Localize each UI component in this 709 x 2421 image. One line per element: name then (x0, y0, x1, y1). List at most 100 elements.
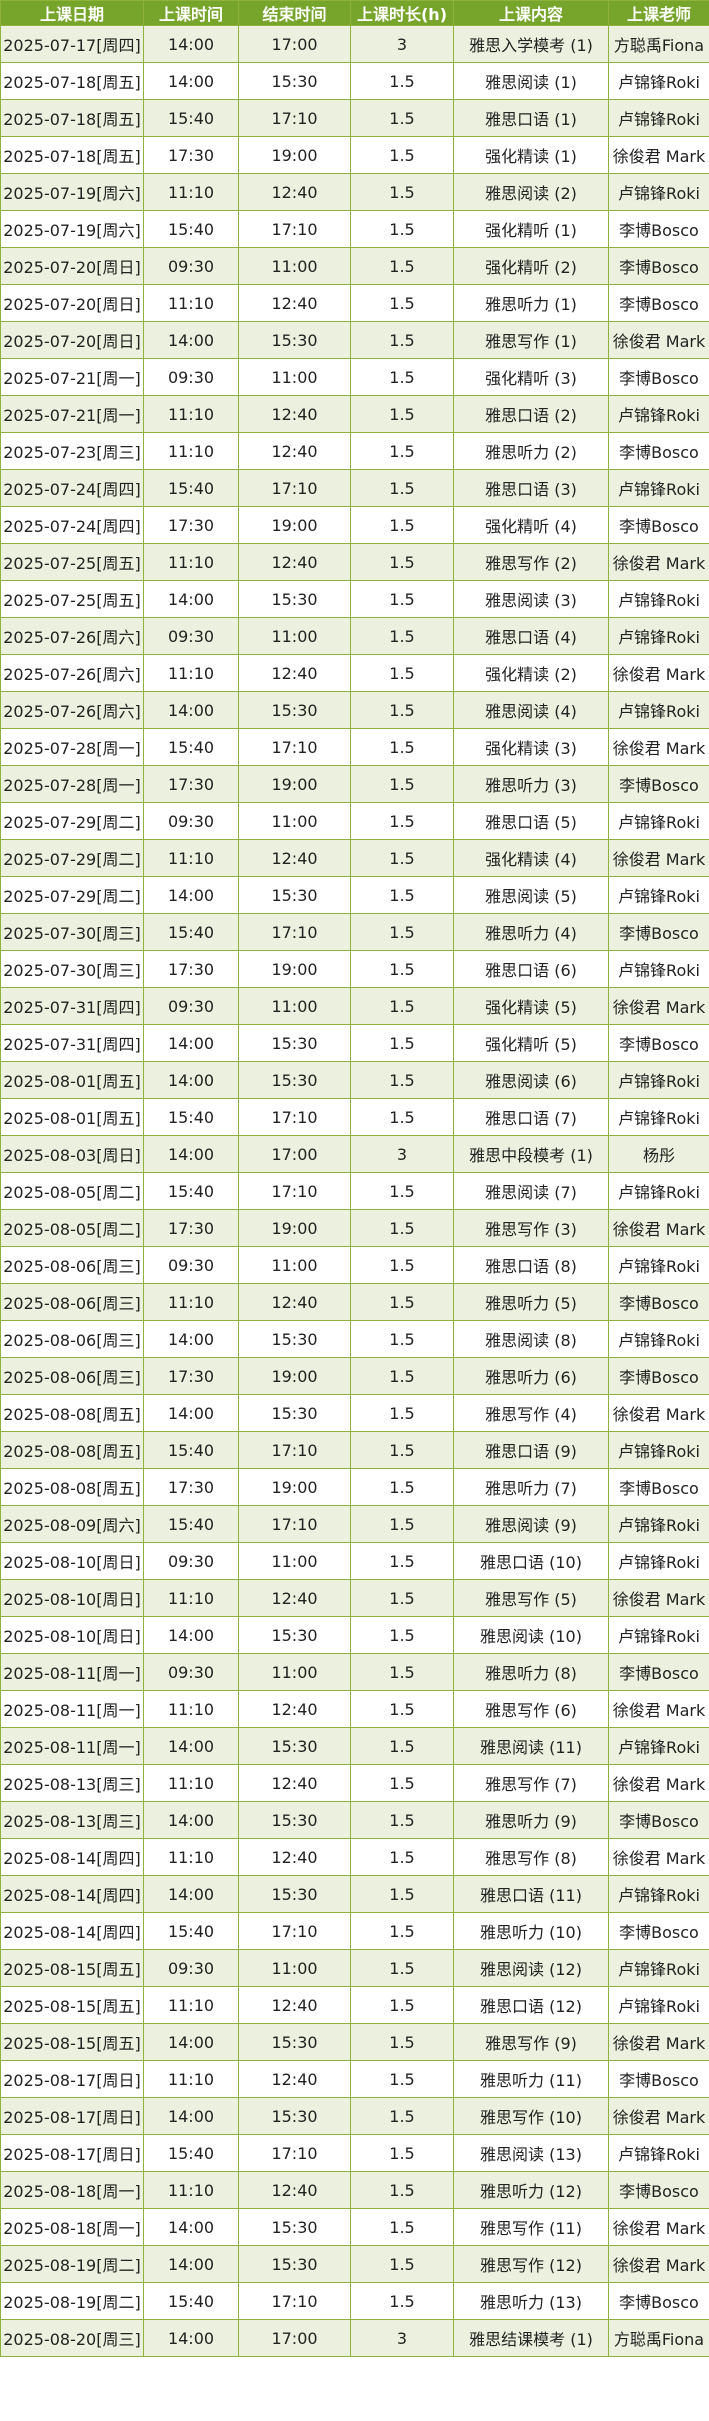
cell-content: 雅思听力 (12) (453, 2171, 609, 2209)
cell-date: 2025-08-15[周五] (0, 1986, 144, 2024)
cell-duration: 1.5 (350, 987, 454, 1025)
cell-teacher: 卢锦锋Roki (608, 1246, 709, 1284)
cell-teacher: 徐俊君 Mark (608, 839, 709, 877)
table-row: 2025-07-18[周五] 17:30 19:00 1.5 强化精读 (1) 徐俊君 M… (0, 136, 709, 174)
cell-date: 2025-07-29[周二] (0, 839, 144, 877)
table-row: 2025-08-08[周五] 17:30 19:00 1.5 雅思听力 (7) 李博Bos… (0, 1468, 709, 1506)
cell-start-time: 11:10 (143, 839, 239, 877)
cell-content: 雅思听力 (4) (453, 913, 609, 951)
cell-teacher: 徐俊君 Mark (608, 987, 709, 1025)
cell-end-time: 19:00 (238, 506, 351, 544)
cell-date: 2025-08-06[周三] (0, 1246, 144, 1284)
cell-duration: 1.5 (350, 210, 454, 248)
cell-content: 雅思听力 (5) (453, 1283, 609, 1321)
cell-teacher: 李博Bosco (608, 2171, 709, 2209)
cell-content: 雅思口语 (3) (453, 469, 609, 507)
cell-duration: 1.5 (350, 1690, 454, 1728)
cell-date: 2025-08-08[周五] (0, 1431, 144, 1469)
cell-start-time: 15:40 (143, 2134, 239, 2172)
cell-date: 2025-08-14[周四] (0, 1838, 144, 1876)
cell-start-time: 11:10 (143, 432, 239, 470)
cell-date: 2025-07-18[周五] (0, 136, 144, 174)
cell-duration: 1.5 (350, 321, 454, 359)
table-row: 2025-07-20[周日] 09:30 11:00 1.5 强化精听 (2) 李博Bos… (0, 247, 709, 285)
table-row: 2025-07-29[周二] 09:30 11:00 1.5 雅思口语 (5) 卢锦锋Ro… (0, 802, 709, 840)
cell-content: 雅思口语 (11) (453, 1875, 609, 1913)
cell-start-time: 14:00 (143, 2245, 239, 2283)
cell-content: 雅思听力 (8) (453, 1653, 609, 1691)
table-row: 2025-08-11[周一] 09:30 11:00 1.5 雅思听力 (8) 李博Bos… (0, 1653, 709, 1691)
cell-end-time: 11:00 (238, 1246, 351, 1284)
table-row: 2025-07-30[周三] 15:40 17:10 1.5 雅思听力 (4) 李博Bos… (0, 913, 709, 951)
cell-date: 2025-07-21[周一] (0, 395, 144, 433)
cell-duration: 1.5 (350, 1875, 454, 1913)
cell-end-time: 12:40 (238, 432, 351, 470)
cell-content: 雅思听力 (13) (453, 2282, 609, 2320)
cell-date: 2025-08-05[周二] (0, 1209, 144, 1247)
cell-start-time: 14:00 (143, 1616, 239, 1654)
cell-end-time: 15:30 (238, 876, 351, 914)
cell-teacher: 李博Bosco (608, 1357, 709, 1395)
cell-start-time: 15:40 (143, 1098, 239, 1136)
table-row: 2025-07-28[周一] 17:30 19:00 1.5 雅思听力 (3) 李博Bos… (0, 765, 709, 803)
cell-teacher: 徐俊君 Mark (608, 1764, 709, 1802)
cell-end-time: 12:40 (238, 2060, 351, 2098)
cell-end-time: 15:30 (238, 691, 351, 729)
table-row: 2025-08-01[周五] 15:40 17:10 1.5 雅思口语 (7) 卢锦锋Ro… (0, 1098, 709, 1136)
cell-duration: 1.5 (350, 1505, 454, 1543)
cell-duration: 1.5 (350, 1912, 454, 1950)
cell-start-time: 11:10 (143, 2171, 239, 2209)
cell-end-time: 17:10 (238, 210, 351, 248)
table-row: 2025-07-18[周五] 15:40 17:10 1.5 雅思口语 (1) 卢锦锋Ro… (0, 99, 709, 137)
cell-content: 雅思阅读 (1) (453, 62, 609, 100)
cell-duration: 1.5 (350, 395, 454, 433)
cell-date: 2025-07-24[周四] (0, 506, 144, 544)
cell-end-time: 17:00 (238, 1135, 351, 1173)
cell-teacher: 卢锦锋Roki (608, 395, 709, 433)
cell-teacher: 卢锦锋Roki (608, 950, 709, 988)
cell-start-time: 14:00 (143, 2319, 239, 2357)
cell-start-time: 11:10 (143, 2060, 239, 2098)
cell-teacher: 李博Bosco (608, 2282, 709, 2320)
cell-content: 雅思听力 (10) (453, 1912, 609, 1950)
cell-start-time: 14:00 (143, 580, 239, 618)
table-row: 2025-07-17[周四] 14:00 17:00 3 雅思入学模考 (1) 方聪禹Fi… (0, 25, 709, 63)
cell-date: 2025-08-15[周五] (0, 1949, 144, 1987)
cell-end-time: 15:30 (238, 2245, 351, 2283)
cell-content: 雅思口语 (2) (453, 395, 609, 433)
cell-start-time: 15:40 (143, 728, 239, 766)
cell-date: 2025-07-19[周六] (0, 210, 144, 248)
table-row: 2025-07-26[周六] 14:00 15:30 1.5 雅思阅读 (4) 卢锦锋Ro… (0, 691, 709, 729)
table-row: 2025-08-15[周五] 11:10 12:40 1.5 雅思口语 (12) 卢锦锋R… (0, 1986, 709, 2024)
table-row: 2025-07-24[周四] 17:30 19:00 1.5 强化精听 (4) 李博Bos… (0, 506, 709, 544)
table-row: 2025-07-21[周一] 09:30 11:00 1.5 强化精听 (3) 李博Bos… (0, 358, 709, 396)
cell-duration: 1.5 (350, 2208, 454, 2246)
cell-start-time: 09:30 (143, 1542, 239, 1580)
cell-teacher: 卢锦锋Roki (608, 1949, 709, 1987)
cell-date: 2025-07-21[周一] (0, 358, 144, 396)
cell-date: 2025-08-06[周三] (0, 1283, 144, 1321)
cell-teacher: 卢锦锋Roki (608, 1061, 709, 1099)
cell-content: 雅思结课模考 (1) (453, 2319, 609, 2357)
cell-date: 2025-08-01[周五] (0, 1098, 144, 1136)
cell-date: 2025-08-10[周日] (0, 1542, 144, 1580)
cell-teacher: 卢锦锋Roki (608, 1172, 709, 1210)
cell-start-time: 09:30 (143, 1246, 239, 1284)
cell-start-time: 14:00 (143, 1320, 239, 1358)
cell-start-time: 11:10 (143, 1579, 239, 1617)
cell-content: 强化精听 (5) (453, 1024, 609, 1062)
cell-teacher: 卢锦锋Roki (608, 99, 709, 137)
cell-teacher: 徐俊君 Mark (608, 2023, 709, 2061)
cell-end-time: 15:30 (238, 1727, 351, 1765)
cell-content: 雅思听力 (11) (453, 2060, 609, 2098)
cell-content: 强化精读 (3) (453, 728, 609, 766)
cell-duration: 1.5 (350, 173, 454, 211)
cell-teacher: 李博Bosco (608, 247, 709, 285)
cell-date: 2025-08-17[周日] (0, 2097, 144, 2135)
header-duration: 上课时长(h) (350, 0, 454, 26)
cell-duration: 1.5 (350, 1764, 454, 1802)
table-row: 2025-08-19[周二] 15:40 17:10 1.5 雅思听力 (13) 李博Bo… (0, 2282, 709, 2320)
cell-content: 雅思口语 (9) (453, 1431, 609, 1469)
cell-date: 2025-07-26[周六] (0, 617, 144, 655)
cell-content: 雅思阅读 (13) (453, 2134, 609, 2172)
